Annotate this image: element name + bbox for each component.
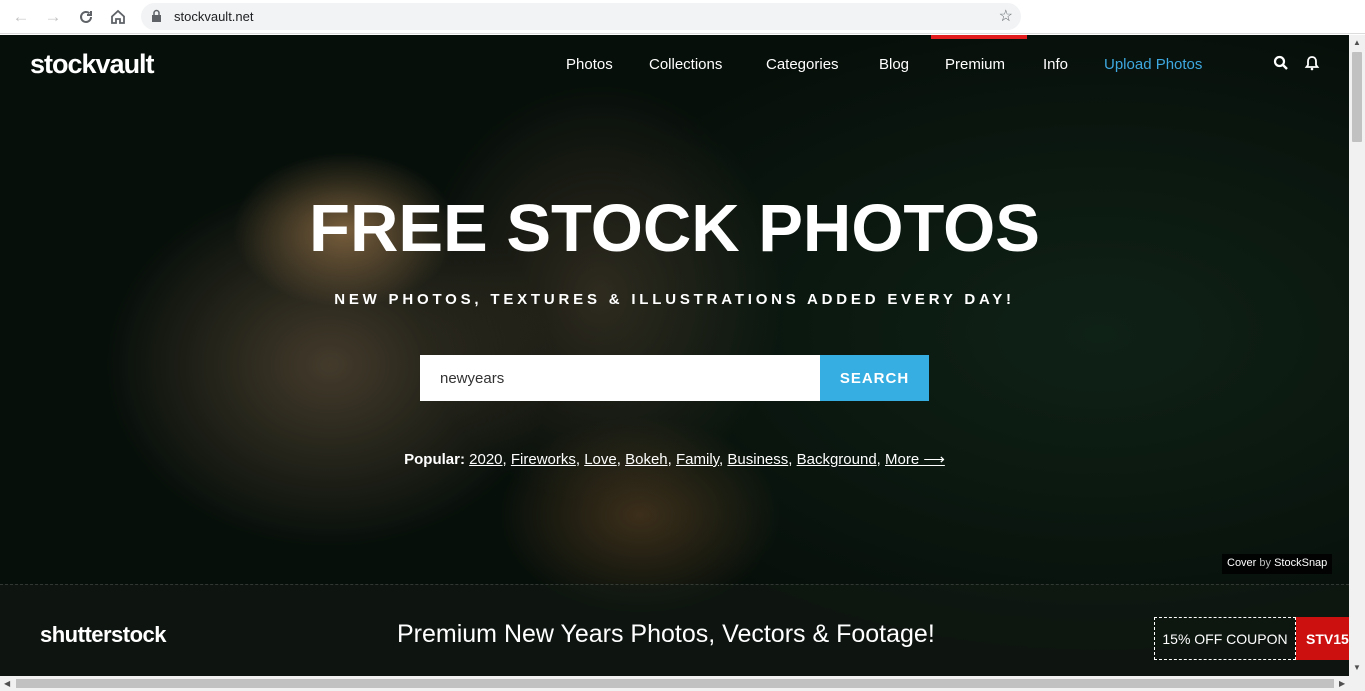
- cover-by: by: [1259, 557, 1272, 569]
- shutterstock-logo: shutterstock: [40, 622, 167, 647]
- cover-credit[interactable]: Cover by StockSnap: [1222, 554, 1333, 574]
- nav-info[interactable]: Info: [1043, 56, 1068, 73]
- bookmark-star-icon[interactable]: ☆: [999, 6, 1013, 26]
- vertical-scroll-thumb[interactable]: [1352, 52, 1362, 142]
- tag-2020[interactable]: 2020: [469, 451, 502, 468]
- tag-business[interactable]: Business: [727, 451, 788, 468]
- tag-love[interactable]: Love: [584, 451, 617, 468]
- address-bar[interactable]: stockvault.net ☆: [141, 3, 1021, 30]
- hero-section: stockvault Photos Collections Categories…: [0, 35, 1349, 676]
- scroll-up-icon[interactable]: ▲: [1353, 38, 1361, 47]
- hero-subtitle: NEW PHOTOS, TEXTURES & ILLUSTRATIONS ADD…: [334, 291, 1015, 308]
- nav-photos[interactable]: Photos: [566, 56, 613, 73]
- tag-background[interactable]: Background: [797, 451, 877, 468]
- scroll-down-icon[interactable]: ▼: [1353, 663, 1361, 672]
- main-nav: Photos Collections Categories Blog Premi…: [0, 56, 1349, 76]
- hero-title: FREE STOCK PHOTOS: [309, 191, 1040, 266]
- horizontal-scrollbar[interactable]: ◀ ▶: [0, 676, 1365, 691]
- scroll-left-icon[interactable]: ◀: [4, 679, 10, 688]
- coupon-label[interactable]: 15% OFF COUPON: [1154, 617, 1296, 660]
- search-button[interactable]: SEARCH: [820, 355, 929, 401]
- nav-collections[interactable]: Collections: [649, 56, 722, 73]
- vertical-scrollbar[interactable]: ▲ ▼: [1349, 35, 1365, 676]
- coupon-code[interactable]: STV15: [1296, 617, 1349, 660]
- horizontal-scroll-thumb[interactable]: [16, 679, 1334, 688]
- nav-upload-photos[interactable]: Upload Photos: [1104, 56, 1202, 73]
- popular-label: Popular:: [404, 451, 465, 468]
- popular-tags: Popular: 2020, Fireworks, Love, Bokeh, F…: [404, 451, 945, 468]
- home-icon[interactable]: [106, 5, 130, 29]
- cover-source: StockSnap: [1274, 557, 1328, 569]
- nav-premium[interactable]: Premium: [945, 56, 1005, 73]
- browser-toolbar: ← → stockvault.net ☆: [0, 0, 1365, 34]
- tag-bokeh[interactable]: Bokeh: [625, 451, 668, 468]
- search-input[interactable]: [420, 355, 820, 401]
- tag-family[interactable]: Family: [676, 451, 719, 468]
- reload-icon[interactable]: [74, 5, 98, 29]
- ad-text: Premium New Years Photos, Vectors & Foot…: [397, 620, 935, 648]
- nav-blog[interactable]: Blog: [879, 56, 909, 73]
- lock-icon: [151, 9, 162, 28]
- premium-indicator: [931, 35, 1027, 39]
- tag-more[interactable]: More ⟶: [885, 451, 945, 468]
- back-arrow-icon[interactable]: ←: [9, 5, 33, 29]
- bell-icon[interactable]: [1304, 55, 1322, 73]
- forward-arrow-icon[interactable]: →: [41, 5, 65, 29]
- scroll-right-icon[interactable]: ▶: [1339, 679, 1345, 688]
- shutterstock-ad-banner[interactable]: shutterstock Premium New Years Photos, V…: [0, 584, 1349, 676]
- search-icon[interactable]: [1273, 55, 1291, 73]
- tag-fireworks[interactable]: Fireworks: [511, 451, 576, 468]
- cover-label: Cover: [1227, 557, 1257, 569]
- url-text: stockvault.net: [174, 9, 254, 24]
- nav-categories[interactable]: Categories: [766, 56, 839, 73]
